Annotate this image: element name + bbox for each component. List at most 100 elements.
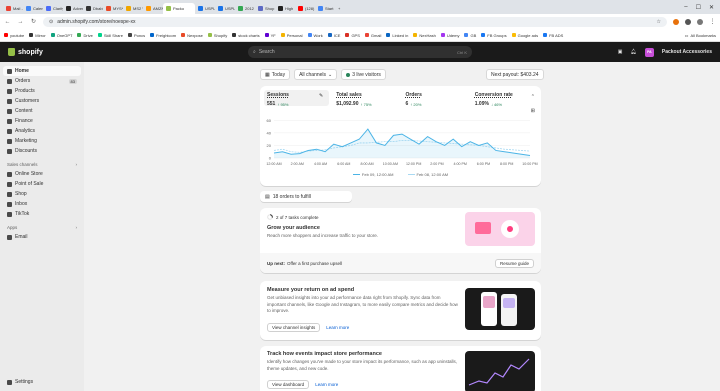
profile-icon[interactable] [697,18,703,25]
collapse-chevron-icon[interactable]: ⌃ [531,94,535,100]
reload-icon[interactable]: ↻ [30,18,37,25]
sidebar-item-analytics[interactable]: Analytics [3,126,81,136]
sidebar-item-label: Finance [15,118,33,124]
browser-menu-icon[interactable]: ⋮ [709,18,716,25]
bookmark-item[interactable]: Poncs [127,33,145,38]
sidebar-item-products[interactable]: Products [3,86,81,96]
new-tab-button[interactable]: + [335,3,343,14]
browser-tab[interactable]: Dbabi [83,3,103,14]
bookmark-favicon-icon [50,33,55,37]
bookmark-star-icon[interactable]: ☆ [657,19,661,25]
bookmark-item[interactable]: Google ads [511,33,538,38]
sidebar-item-customers[interactable]: Customers [3,96,81,106]
all-bookmarks-button[interactable]: ▭ All Bookmarks [685,33,716,38]
browser-tab[interactable]: High [275,3,295,14]
resume-guide-button[interactable]: Resume guide [494,258,534,268]
bookmark-item[interactable]: Gmail [364,33,381,38]
metric-tile[interactable]: Conversion rate 1.09% ↓ 46% [472,90,537,107]
extension-icon[interactable] [673,18,679,25]
browser-tab[interactable]: (128) [295,3,315,14]
live-visitors-button[interactable]: 3 live visitors [341,69,386,80]
browser-tab[interactable]: USPL [195,3,215,14]
bookmark-favicon-icon [413,33,418,37]
sidebar-item-tiktok[interactable]: TikTok [3,209,81,219]
browser-tab[interactable]: Calenc [23,3,43,14]
sidebar-item-marketing[interactable]: Marketing [3,136,81,146]
sidebar-item-settings[interactable]: Settings [3,377,81,387]
sidebar-item-online-store[interactable]: Online Store [3,169,81,179]
bookmark-item[interactable]: Work [307,33,323,38]
bookmark-item[interactable]: Mirror [29,33,46,38]
bookmark-item[interactable]: Freightcom [150,33,176,38]
view-channel-insights-button[interactable]: View channel insights [267,323,321,332]
bookmark-item[interactable]: OneGPT [50,33,72,38]
close-icon[interactable]: ✕ [709,4,714,11]
apps-header[interactable]: Apps › [3,219,81,232]
sidebar-item-email[interactable]: Email [3,232,81,242]
store-name[interactable]: Packout Accessories [662,49,712,55]
sidebar-item-home[interactable]: Home [3,66,81,76]
bookmark-item[interactable]: FB Groups [481,33,507,38]
extensions-puzzle-icon[interactable] [685,18,691,25]
browser-tab[interactable]: Start [315,3,335,14]
shopify-logo[interactable]: shopify [8,48,248,56]
bookmark-item[interactable]: Linked in [386,33,408,38]
minimize-icon[interactable]: – [684,4,687,10]
learn-more-link[interactable]: Learn more [315,382,338,387]
learn-more-link[interactable]: Learn more [326,325,349,330]
search-bar[interactable]: ⌕ Search Ctrl K [248,46,472,58]
back-icon[interactable]: ← [4,18,11,25]
metric-tile[interactable]: Total sales $1,092.90 ↑ 75% [333,90,398,107]
store-avatar[interactable]: PA [644,47,654,57]
browser-tab[interactable]: Advert [63,3,83,14]
bookmark-item[interactable]: Nexpose [181,33,203,38]
browser-tab[interactable]: MYS* [103,3,123,14]
bookmark-item[interactable]: Drive [77,33,93,38]
browser-tab[interactable]: Mail - [3,3,23,14]
bookmark-item[interactable]: GB [464,33,476,38]
bookmark-item[interactable]: stock charts [232,33,260,38]
bookmark-item[interactable]: ICE [327,33,340,38]
bookmark-item[interactable]: Skill Share [97,33,123,38]
inbox-icon [7,201,12,207]
forward-icon[interactable]: → [17,18,24,25]
metric-tile[interactable]: Orders 6 ↑ 20% [403,90,468,107]
bookmark-item[interactable]: YF [264,33,276,38]
live-visitors-label: 3 live visitors [352,71,381,78]
bookmark-item[interactable]: GPS [345,33,360,38]
bookmark-item[interactable]: FB ADS [543,33,563,38]
sidekick-icon[interactable]: ▣ [618,49,623,55]
browser-tab[interactable]: Packo [163,2,195,14]
site-info-icon[interactable]: ⊙ [49,19,53,25]
bookmark-item[interactable]: Udemy [440,33,459,38]
sidebar-item-point-of-sale[interactable]: Point of Sale [3,179,81,189]
browser-tab[interactable]: MS2 V [123,3,143,14]
sidebar-item-content[interactable]: Content [3,106,81,116]
address-bar[interactable]: ⊙ admin.shopify.com/store/noespe-xx ☆ [43,16,667,27]
sidebar-item-orders[interactable]: Orders 83 [3,76,81,86]
edit-pencil-icon[interactable]: ✎ [319,93,323,99]
metric-tile[interactable]: Sessions 551 ↑ 95% ✎ [264,90,330,107]
bookmark-item[interactable]: youtube [4,33,24,38]
maximize-icon[interactable]: ☐ [696,4,701,11]
browser-tab[interactable]: Shop [255,3,275,14]
view-dashboard-button[interactable]: View dashboard [267,380,310,389]
sidebar-item-finance[interactable]: Finance [3,116,81,126]
sales-channels-header[interactable]: Sales channels › [3,156,81,169]
bookmark-item[interactable]: Personal [280,33,303,38]
browser-tab[interactable]: USPL [215,3,235,14]
bookmark-item[interactable]: Shopify [207,33,227,38]
sidebar-item-inbox[interactable]: Inbox [3,199,81,209]
browser-tab[interactable]: Clarity [43,3,63,14]
browser-tab[interactable]: AMZN [143,3,163,14]
orders-to-fulfill-button[interactable]: ▤ 18 orders to fulfill [260,191,352,202]
browser-tab[interactable]: 2012 [235,3,255,14]
bookmark-item[interactable]: NexHash [413,33,436,38]
date-filter-button[interactable]: ▦ Today [260,69,291,80]
channel-filter-button[interactable]: All channels ⌄ [294,69,338,80]
sidebar-item-shop[interactable]: Shop [3,189,81,199]
sidebar-item-discounts[interactable]: Discounts [3,146,81,156]
chart-settings-icon[interactable]: ⊞ [531,108,535,114]
notifications-bell-icon[interactable]: 🔔︎ [631,49,637,55]
next-payout-button[interactable]: Next payout: $403.24 [486,69,544,80]
